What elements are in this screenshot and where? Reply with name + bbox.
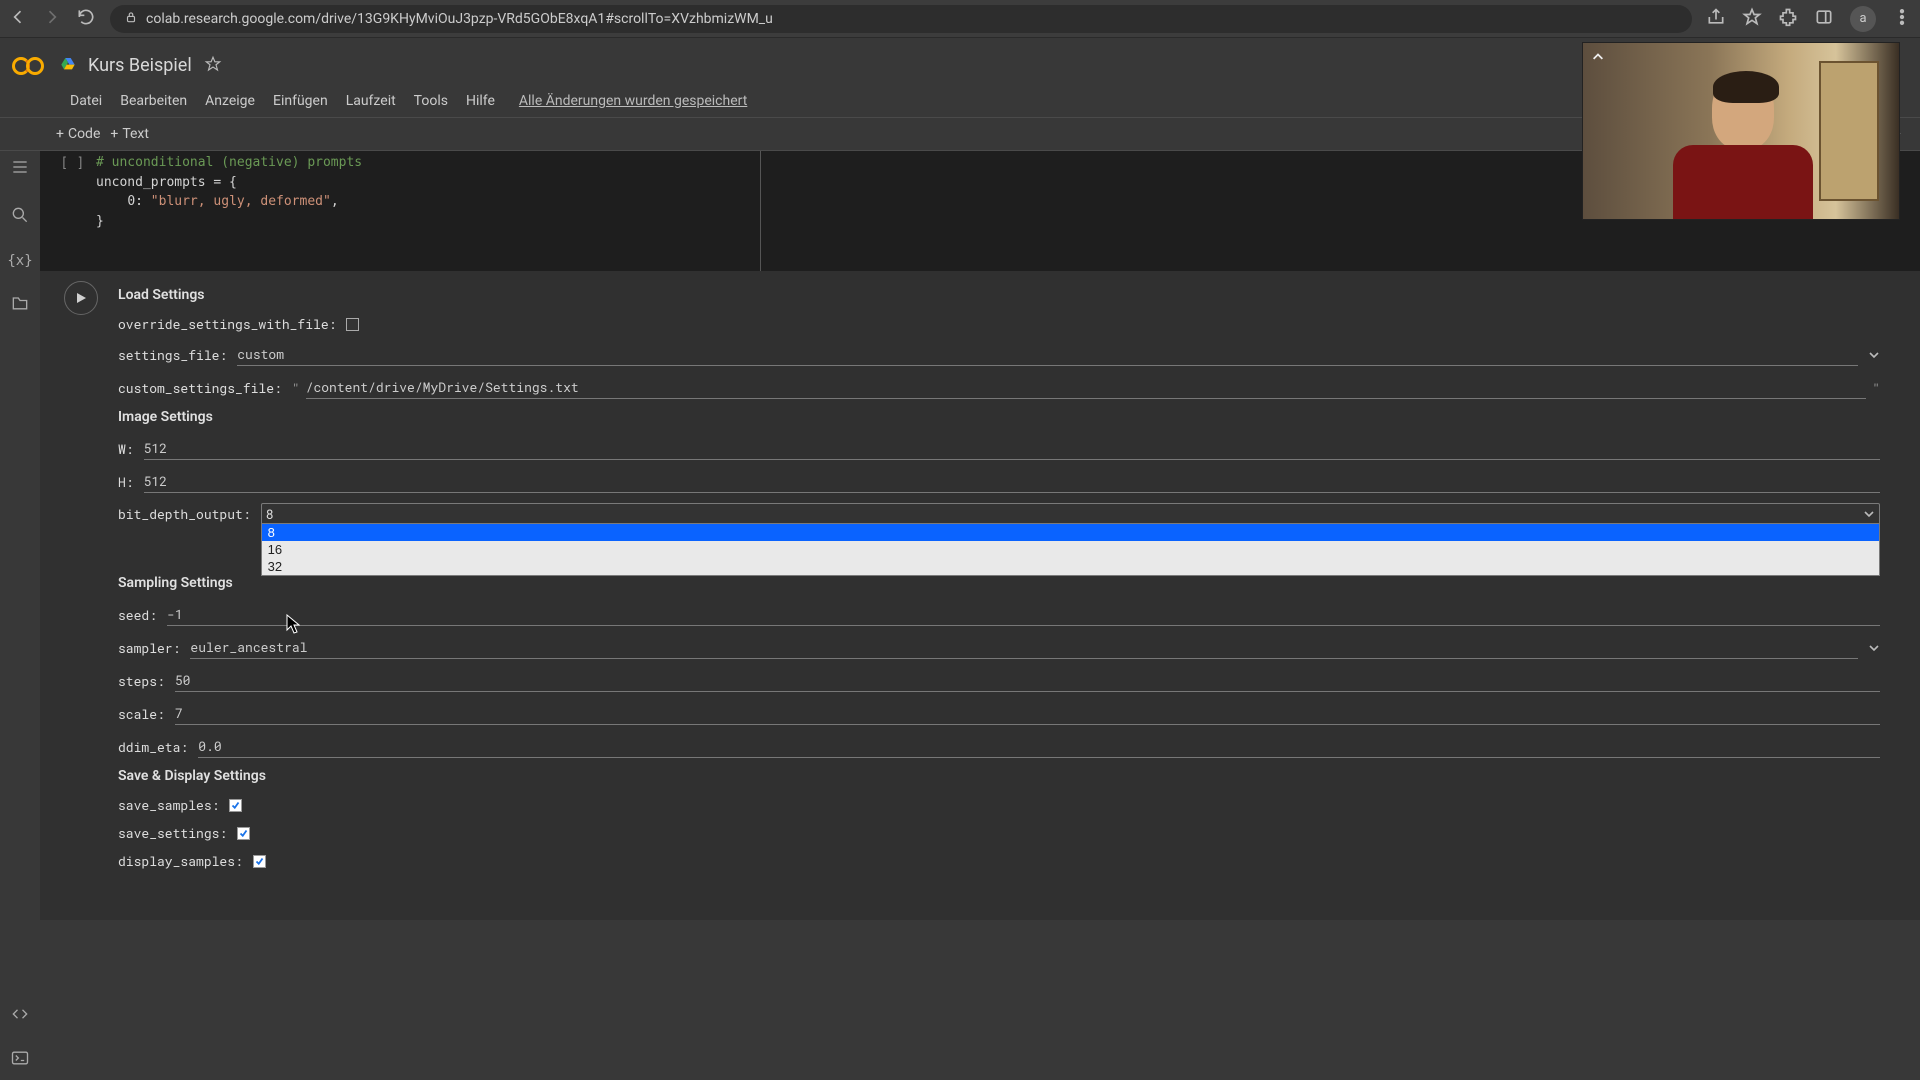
steps-input[interactable]: [175, 669, 1880, 692]
url-text: colab.research.google.com/drive/13G9KHyM…: [146, 11, 773, 27]
menu-laufzeit[interactable]: Laufzeit: [346, 93, 396, 109]
mouse-cursor-icon: [286, 614, 300, 634]
scale-label: scale:: [118, 705, 165, 723]
share-icon[interactable]: [1706, 7, 1726, 31]
terminal-icon[interactable]: [10, 1048, 30, 1072]
notebook-title[interactable]: Kurs Beispiel: [88, 55, 192, 76]
files-icon[interactable]: [10, 293, 30, 317]
menu-anzeige[interactable]: Anzeige: [205, 93, 255, 109]
display-samples-label: display_samples:: [118, 852, 243, 870]
reload-icon[interactable]: [76, 7, 96, 31]
section-save-display: Save & Display Settings: [118, 768, 1880, 784]
w-label: W:: [118, 440, 134, 458]
open-quote: ": [292, 379, 300, 397]
save-settings-label: save_settings:: [118, 824, 227, 842]
chevron-down-icon: [1863, 508, 1875, 520]
bitdepth-select[interactable]: 8: [261, 503, 1880, 525]
save-samples-checkbox[interactable]: [229, 799, 242, 812]
bitdepth-dropdown: 8 16 32: [261, 523, 1880, 576]
ddim-eta-input[interactable]: [198, 735, 1880, 758]
ddim-eta-label: ddim_eta:: [118, 738, 188, 756]
webcam-overlay: [1582, 42, 1900, 220]
sampler-select[interactable]: [190, 636, 1858, 659]
add-text-button[interactable]: +Text: [110, 126, 149, 142]
left-rail: {x}: [0, 151, 40, 1078]
custom-file-input[interactable]: [306, 376, 1867, 399]
h-input[interactable]: [144, 470, 1880, 493]
save-status: Alle Änderungen wurden gespeichert: [519, 93, 747, 109]
code-line: uncond_prompts = {: [96, 175, 237, 190]
save-samples-label: save_samples:: [118, 796, 219, 814]
override-label: override_settings_with_file:: [118, 315, 336, 333]
settings-file-label: settings_file:: [118, 346, 227, 364]
close-quote: ": [1872, 379, 1880, 397]
chevron-down-icon[interactable]: [1868, 642, 1880, 654]
steps-label: steps:: [118, 672, 165, 690]
bitdepth-option-32[interactable]: 32: [262, 558, 1879, 575]
profile-avatar[interactable]: a: [1850, 6, 1876, 32]
seed-label: seed:: [118, 606, 157, 624]
menu-tools[interactable]: Tools: [414, 93, 448, 109]
cell-divider: [760, 151, 761, 271]
override-checkbox[interactable]: [346, 318, 359, 331]
save-settings-checkbox[interactable]: [237, 827, 250, 840]
section-image-settings: Image Settings: [118, 409, 1880, 425]
custom-file-label: custom_settings_file:: [118, 379, 282, 397]
star-icon[interactable]: [204, 55, 222, 77]
code-comment: # unconditional (negative) prompts: [96, 155, 362, 170]
add-code-button[interactable]: +Code: [56, 126, 100, 142]
menu-einfuegen[interactable]: Einfügen: [273, 93, 328, 109]
menu-hilfe[interactable]: Hilfe: [466, 93, 495, 109]
form-cell: Load Settings override_settings_with_fil…: [40, 271, 1920, 920]
bookmark-star-icon[interactable]: [1742, 7, 1762, 31]
settings-file-select[interactable]: [237, 343, 1858, 366]
toc-icon[interactable]: [10, 157, 30, 181]
address-bar[interactable]: colab.research.google.com/drive/13G9KHyM…: [110, 5, 1692, 33]
display-samples-checkbox[interactable]: [253, 855, 266, 868]
seed-input[interactable]: [167, 603, 1880, 626]
w-input[interactable]: [144, 437, 1880, 460]
menu-datei[interactable]: Datei: [70, 93, 102, 109]
forward-icon[interactable]: [42, 7, 62, 31]
h-label: H:: [118, 473, 134, 491]
menu-bearbeiten[interactable]: Bearbeiten: [120, 93, 187, 109]
chevron-down-icon[interactable]: [1868, 349, 1880, 361]
webcam-collapse-icon[interactable]: [1589, 49, 1607, 67]
extensions-icon[interactable]: [1778, 7, 1798, 31]
side-panel-icon[interactable]: [1814, 7, 1834, 31]
bitdepth-label: bit_depth_output:: [118, 505, 251, 523]
variables-icon[interactable]: {x}: [7, 253, 32, 269]
colab-logo-icon[interactable]: [12, 55, 46, 77]
code-snippets-icon[interactable]: [10, 1004, 30, 1028]
back-icon[interactable]: [8, 7, 28, 31]
run-button[interactable]: [64, 281, 98, 315]
bitdepth-option-16[interactable]: 16: [262, 541, 1879, 558]
sampler-label: sampler:: [118, 639, 180, 657]
scale-input[interactable]: [175, 702, 1880, 725]
search-icon[interactable]: [10, 205, 30, 229]
bitdepth-option-8[interactable]: 8: [262, 524, 1879, 541]
lock-icon: [124, 10, 138, 28]
browser-toolbar: colab.research.google.com/drive/13G9KHyM…: [0, 0, 1920, 38]
cell-gutter: [ ]: [48, 153, 96, 261]
section-load-settings: Load Settings: [118, 287, 1880, 303]
drive-icon: [60, 56, 76, 76]
kebab-menu-icon[interactable]: [1892, 7, 1912, 31]
section-sampling-settings: Sampling Settings: [118, 575, 1880, 591]
